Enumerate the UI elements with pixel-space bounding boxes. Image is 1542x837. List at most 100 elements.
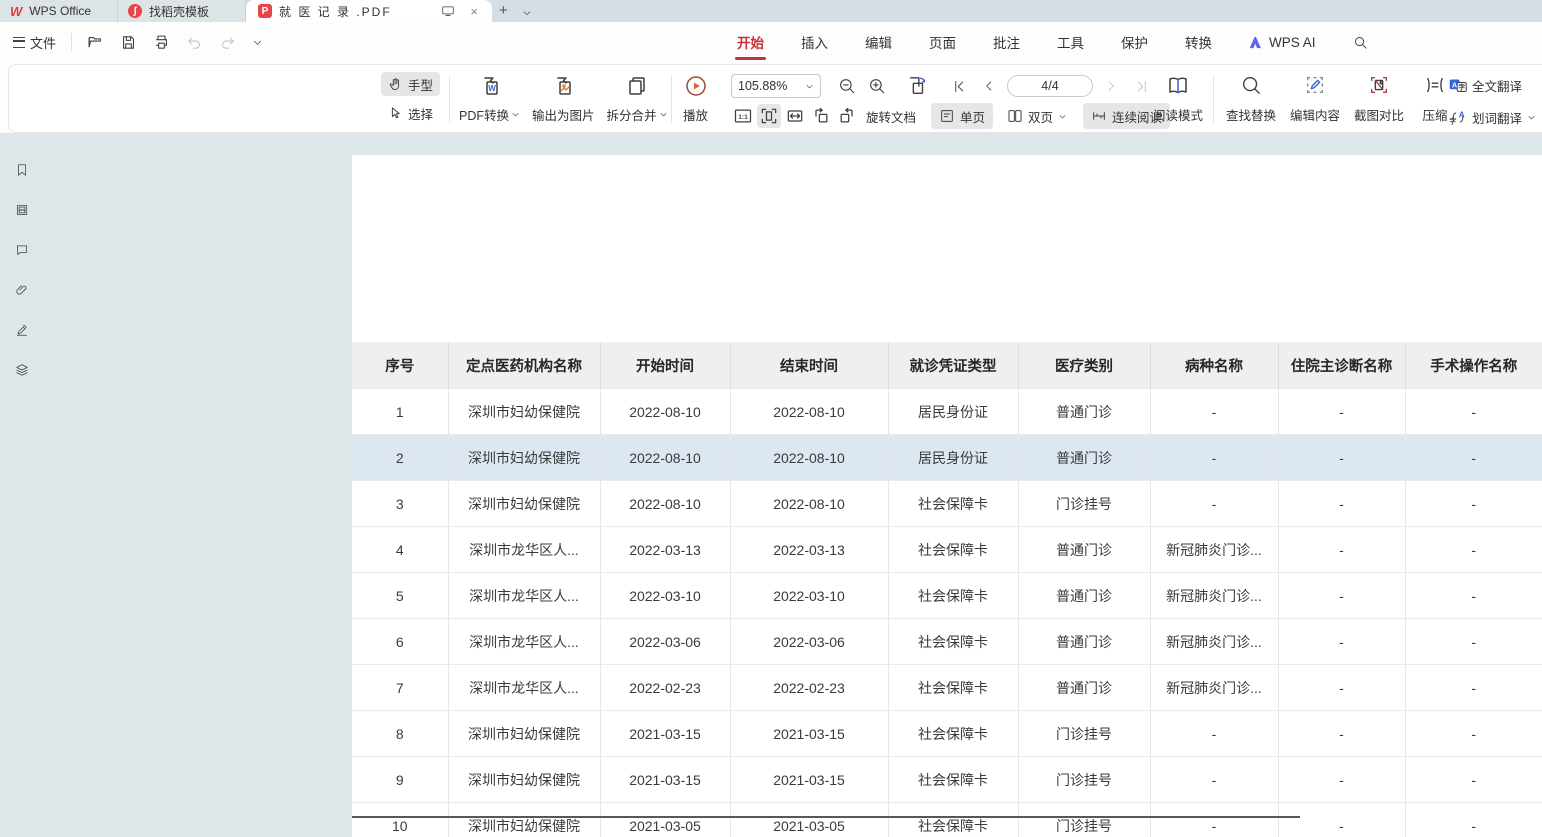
- zoom-out-icon: [838, 77, 856, 95]
- table-cell: -: [1278, 619, 1405, 665]
- table-cell: 门诊挂号: [1018, 803, 1150, 837]
- left-sidebar: [0, 133, 44, 837]
- fit-page-button[interactable]: [757, 104, 781, 128]
- new-tab-button[interactable]: +: [492, 0, 515, 22]
- tab-label: 就 医 记 录 .PDF: [279, 3, 434, 20]
- tab-wps-office[interactable]: W WPS Office: [0, 0, 118, 22]
- table-cell: -: [1278, 527, 1405, 573]
- word-translate-button[interactable]: 字A 划词翻译: [1445, 105, 1540, 129]
- full-text-translate-button[interactable]: A字 全文翻译: [1445, 73, 1540, 97]
- first-page-button[interactable]: [947, 74, 971, 98]
- present-screen-icon[interactable]: [441, 4, 455, 18]
- menu-item-convert[interactable]: 转换: [1183, 26, 1214, 58]
- table-cell: 深圳市龙华区人...: [448, 573, 600, 619]
- table-cell: 门诊挂号: [1018, 711, 1150, 757]
- tab-document[interactable]: P 就 医 记 录 .PDF ×: [246, 0, 492, 22]
- menu-item-insert[interactable]: 插入: [799, 26, 830, 58]
- attachments-panel-button[interactable]: [9, 278, 35, 302]
- fit-width-button[interactable]: [783, 104, 807, 128]
- zoom-level-select[interactable]: 105.88%: [731, 74, 821, 98]
- double-page-button[interactable]: 双页: [999, 103, 1075, 129]
- table-cell: 社会保障卡: [888, 527, 1018, 573]
- thumbnails-panel-button[interactable]: [9, 198, 35, 222]
- table-cell: 8: [352, 711, 448, 757]
- edit-content-button[interactable]: 编辑内容: [1283, 71, 1347, 127]
- table-cell: -: [1405, 573, 1542, 619]
- menu-item-tools[interactable]: 工具: [1055, 26, 1086, 58]
- screenshot-compare-button[interactable]: 截图对比: [1347, 71, 1411, 127]
- table-cell: -: [1278, 665, 1405, 711]
- page-number-input[interactable]: [1007, 75, 1093, 97]
- undo-button[interactable]: [181, 30, 208, 55]
- menu-item-home[interactable]: 开始: [735, 26, 766, 58]
- split-merge-button[interactable]: 拆分合并: [601, 71, 674, 127]
- file-menu-button[interactable]: 文件: [8, 29, 61, 56]
- table-cell: 2022-03-10: [730, 573, 888, 619]
- rotate-pages-button[interactable]: [905, 74, 929, 98]
- header-cell: 就诊凭证类型: [888, 342, 1018, 389]
- menu-item-page[interactable]: 页面: [927, 26, 958, 58]
- print-button[interactable]: [148, 30, 175, 55]
- comments-panel-button[interactable]: [9, 238, 35, 262]
- table-cell: 深圳市妇幼保健院: [448, 711, 600, 757]
- zoom-out-button[interactable]: [835, 74, 859, 98]
- single-page-button[interactable]: 单页: [931, 103, 993, 129]
- layers-panel-button[interactable]: [9, 358, 35, 382]
- table-cell: -: [1150, 389, 1278, 435]
- table-cell: -: [1150, 711, 1278, 757]
- paperclip-icon: [15, 281, 29, 299]
- hand-tool-button[interactable]: 手型: [381, 72, 440, 96]
- close-tab-icon[interactable]: ×: [462, 4, 480, 19]
- menu-search-button[interactable]: [1351, 29, 1370, 56]
- table-cell: 新冠肺炎门诊...: [1150, 527, 1278, 573]
- pdf-convert-button[interactable]: W PDF转换: [453, 71, 526, 127]
- table-cell: -: [1405, 803, 1542, 837]
- chevron-down-icon: [511, 110, 520, 119]
- find-replace-button[interactable]: 查找替换: [1219, 71, 1283, 127]
- header-cell: 病种名称: [1150, 342, 1278, 389]
- export-image-button[interactable]: 输出为图片: [526, 71, 601, 127]
- chevron-down-icon: [1527, 113, 1536, 122]
- wps-ai-button[interactable]: WPS AI: [1247, 29, 1318, 56]
- table-cell: -: [1405, 389, 1542, 435]
- rotate-document-button[interactable]: 旋转文档: [861, 103, 921, 129]
- zoom-in-button[interactable]: [865, 74, 889, 98]
- header-cell: 序号: [352, 342, 448, 389]
- tab-list-chevron-icon[interactable]: [515, 0, 539, 22]
- header-cell: 手术操作名称: [1405, 342, 1542, 389]
- first-page-icon: [952, 79, 967, 94]
- previous-page-button[interactable]: [977, 74, 1001, 98]
- tab-label: WPS Office: [29, 4, 91, 18]
- redo-button[interactable]: [214, 30, 241, 55]
- menu-item-protect[interactable]: 保护: [1119, 26, 1150, 58]
- annotate-pen-button[interactable]: [9, 318, 35, 342]
- menu-item-edit[interactable]: 编辑: [863, 26, 894, 58]
- wps-logo-icon: W: [10, 4, 22, 19]
- document-workspace: 序号 定点医药机构名称 开始时间 结束时间 就诊凭证类型 医疗类别 病种名称 住…: [0, 133, 1542, 837]
- menu-item-comment[interactable]: 批注: [991, 26, 1022, 58]
- table-cell: 3: [352, 481, 448, 527]
- open-file-button[interactable]: [82, 30, 109, 55]
- rotate-left-button[interactable]: [809, 104, 833, 128]
- menu-bar: 文件 开始 插入 编辑 页面: [0, 22, 1542, 62]
- undo-icon: [186, 34, 203, 51]
- table-cell: 2022-08-10: [600, 389, 730, 435]
- table-cell: 2022-03-13: [600, 527, 730, 573]
- translate-group: A字 全文翻译 字A 划词翻译: [1445, 73, 1540, 129]
- play-button[interactable]: 播放: [677, 71, 714, 127]
- actual-size-button[interactable]: 1:1: [731, 104, 755, 128]
- reading-mode-button[interactable]: 阅读模式: [1147, 71, 1209, 127]
- quick-access-chevron-icon[interactable]: [247, 33, 268, 52]
- next-page-button[interactable]: [1099, 74, 1123, 98]
- header-cell: 住院主诊断名称: [1278, 342, 1405, 389]
- select-tool-button[interactable]: 选择: [381, 101, 440, 125]
- divider: [71, 33, 72, 51]
- rotate-right-button[interactable]: [835, 104, 859, 128]
- save-button[interactable]: [115, 30, 142, 55]
- next-page-icon: [1104, 79, 1118, 93]
- table-cell: 门诊挂号: [1018, 757, 1150, 803]
- one-to-one-icon: 1:1: [733, 106, 753, 126]
- bookmarks-panel-button[interactable]: [9, 158, 35, 182]
- convert-tools-group: W PDF转换 输出为图片 拆分合并: [453, 71, 674, 127]
- tab-docer-templates[interactable]: ʃ 找稻壳模板: [118, 0, 246, 22]
